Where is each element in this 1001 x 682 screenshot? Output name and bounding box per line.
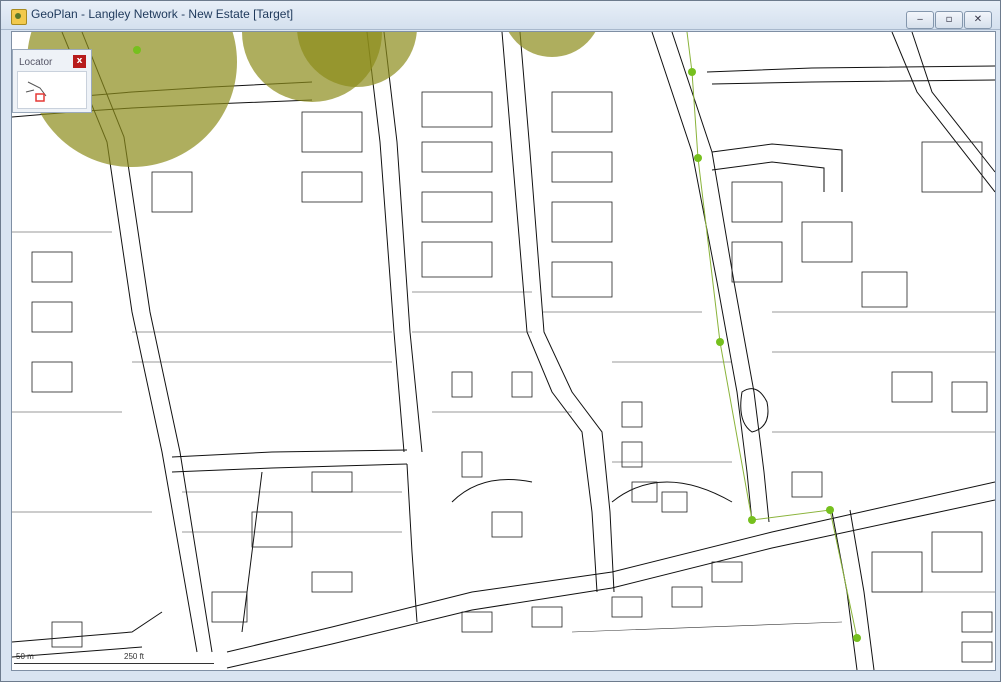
locator-overview-map[interactable] <box>17 71 87 109</box>
network-node[interactable] <box>716 338 724 346</box>
scale-label-metric: 50 m <box>16 652 34 661</box>
catchment-circle <box>508 32 596 57</box>
network-node[interactable] <box>853 634 861 642</box>
locator-viewport-marker[interactable] <box>35 93 45 102</box>
geoplan-app-icon <box>11 9 27 25</box>
network-node[interactable] <box>133 46 141 54</box>
scale-line <box>14 663 214 664</box>
locator-panel[interactable]: Locator x <box>12 49 92 113</box>
map-canvas[interactable]: Locator x 50 m 250 ft <box>11 31 996 671</box>
close-button[interactable]: ✕ <box>964 11 992 29</box>
locator-title: Locator <box>19 57 53 68</box>
minimize-button[interactable]: ‒ <box>906 11 934 29</box>
scale-bar: 50 m 250 ft <box>14 652 284 668</box>
locator-overview-drawing <box>25 81 47 102</box>
catchment-areas <box>27 32 596 167</box>
app-window: GeoPlan - Langley Network - New Estate [… <box>0 0 1001 682</box>
network-node[interactable] <box>748 516 756 524</box>
network-node[interactable] <box>826 506 834 514</box>
title-bar[interactable]: GeoPlan - Langley Network - New Estate [… <box>1 1 1000 30</box>
scale-label-imperial: 250 ft <box>124 652 145 661</box>
network-node[interactable] <box>694 154 702 162</box>
maximize-button[interactable]: ▫ <box>935 11 963 29</box>
locator-close-button[interactable]: x <box>73 55 86 68</box>
network-node[interactable] <box>688 68 696 76</box>
map-drawing[interactable] <box>12 32 995 670</box>
window-title: GeoPlan - Langley Network - New Estate [… <box>31 7 294 21</box>
